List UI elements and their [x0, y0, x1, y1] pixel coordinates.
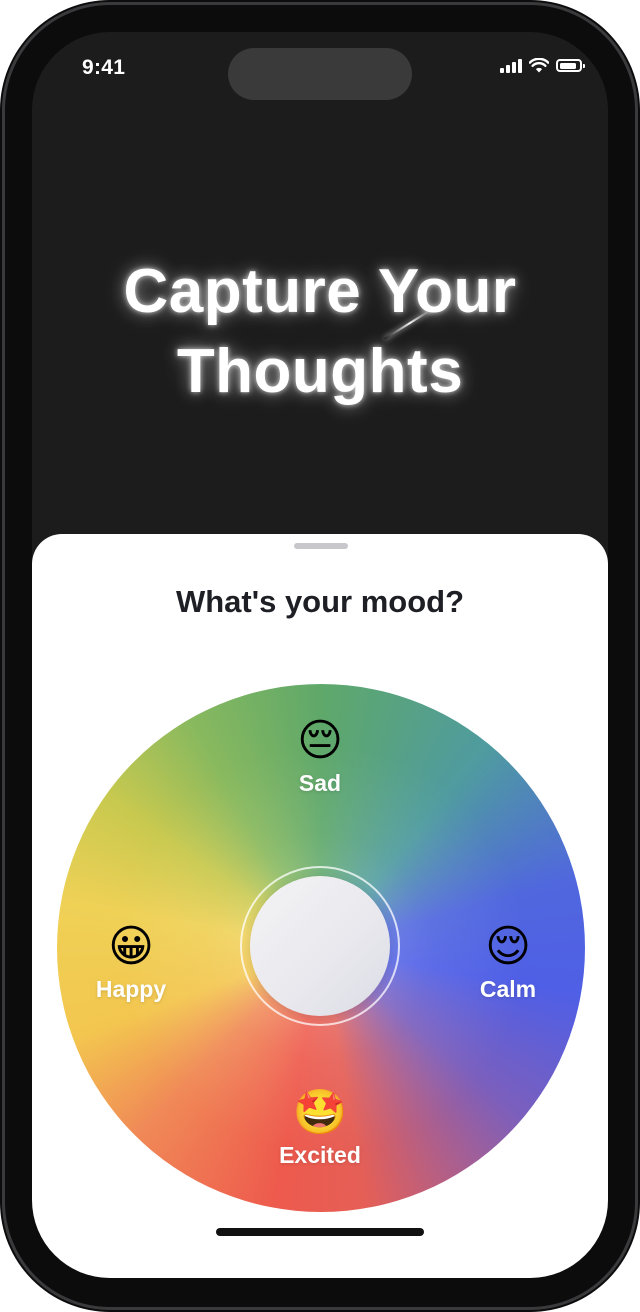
wifi-icon	[529, 58, 549, 73]
mood-label-happy: Happy	[95, 976, 167, 1002]
status-time: 9:41	[82, 56, 126, 79]
sheet-grabber[interactable]	[294, 543, 348, 549]
app-screen: 9:41 Capture Your Thoughts What's your m…	[32, 32, 608, 1278]
mood-question-title: What's your mood?	[175, 584, 465, 619]
battery-icon	[556, 59, 585, 72]
star-struck-face-icon: 🤩	[292, 1088, 348, 1137]
hero-line-2: Thoughts	[176, 337, 464, 406]
battery-nub	[583, 64, 585, 68]
mood-option-sad[interactable]: 😔 Sad	[250, 714, 390, 797]
hero-line-1: Capture Your	[123, 257, 517, 326]
mood-option-calm[interactable]: 😌 Calm	[438, 920, 578, 1003]
pensive-face-icon: 😔	[297, 716, 343, 765]
status-icons	[500, 58, 585, 73]
mood-label-sad: Sad	[298, 770, 342, 796]
home-indicator[interactable]	[216, 1228, 424, 1236]
cellular-signal-icon	[500, 58, 522, 73]
battery-fill	[559, 62, 576, 69]
mood-option-excited[interactable]: 🤩 Excited	[250, 1086, 390, 1169]
mood-label-calm: Calm	[479, 976, 537, 1002]
mood-option-happy[interactable]: 😀 Happy	[61, 920, 201, 1003]
mood-selector-knob[interactable]	[250, 876, 390, 1016]
mood-sheet: What's your mood? 😔 Sad 😀 Happy 😌 Calm 🤩…	[32, 534, 608, 1278]
grinning-face-icon: 😀	[108, 922, 154, 971]
dynamic-island	[228, 48, 412, 100]
phone-frame: 9:41 Capture Your Thoughts What's your m…	[0, 0, 640, 1312]
hero-headline: Capture Your Thoughts	[32, 252, 608, 412]
status-bar: 9:41	[32, 32, 608, 102]
relieved-face-icon: 😌	[485, 922, 531, 971]
mood-label-excited: Excited	[279, 1142, 361, 1168]
